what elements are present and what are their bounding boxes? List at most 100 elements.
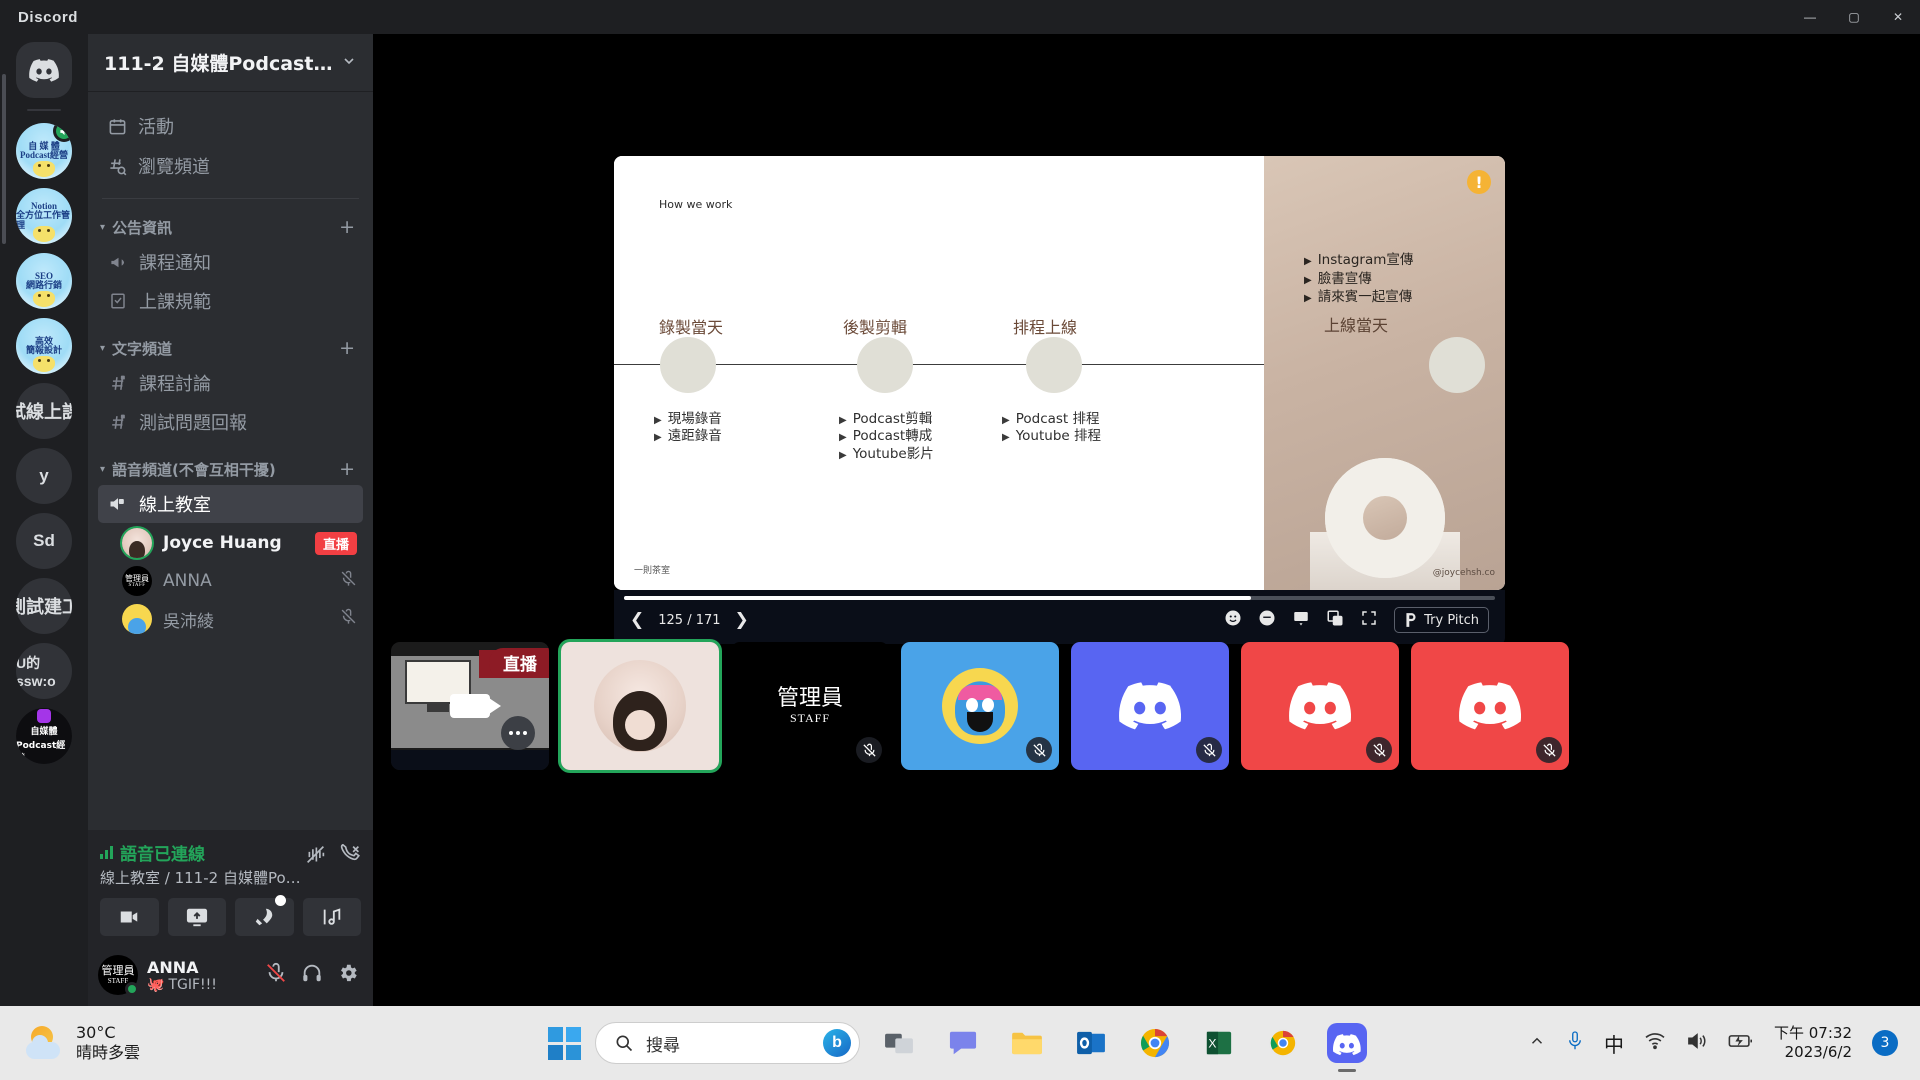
server-icon-label: y xyxy=(39,466,49,485)
voice-member-joyce[interactable]: Joyce Huang 直播 xyxy=(116,525,363,561)
category-announcements[interactable]: ▾ 公告資訊 + xyxy=(98,213,363,241)
server-icon-trial-class[interactable]: 試線上課 xyxy=(16,383,72,439)
channel-issue-report[interactable]: 測試問題回報 xyxy=(98,403,363,441)
weather-widget[interactable]: 30°C 晴時多雲 xyxy=(26,1023,140,1063)
server-icon-podcast-dark[interactable]: 自媒體 Podcast經營 xyxy=(16,708,72,764)
chrome-beta-icon[interactable] xyxy=(1258,1018,1308,1068)
participant-tile-discord-red-2[interactable] xyxy=(1411,642,1569,770)
server-icon-label: Sd xyxy=(33,531,55,550)
timeline-node xyxy=(660,337,716,393)
discord-app-window: Discord — ▢ ✕ 自 媒 體 Podcast經營 Notion 全方位… xyxy=(0,0,1920,1080)
category-label: 公告資訊 xyxy=(112,218,173,237)
category-voice-channels[interactable]: ▾ 語音頻道(不會互相干擾) + xyxy=(98,455,363,483)
chevron-up-icon[interactable] xyxy=(1528,1032,1546,1055)
server-icon-u-ssw[interactable]: U的ssw:o xyxy=(16,643,72,699)
timeline-item: Podcast轉成 xyxy=(852,428,933,445)
discord-home-icon[interactable] xyxy=(16,42,72,98)
chrome-icon[interactable] xyxy=(1130,1018,1180,1068)
server-icon-podcast[interactable]: 自 媒 體 Podcast經營 xyxy=(16,123,72,179)
gear-icon[interactable] xyxy=(337,962,359,989)
battery-charging-icon[interactable] xyxy=(1728,1032,1754,1055)
chevron-right-icon[interactable]: ❯ xyxy=(735,610,749,630)
avatar[interactable]: 管理員 STAFF xyxy=(98,955,139,996)
timeline-item: 現場錄音 xyxy=(667,411,722,427)
windows-start-icon[interactable] xyxy=(548,1026,581,1060)
volume-icon[interactable] xyxy=(1686,1032,1708,1055)
disconnect-call-icon[interactable] xyxy=(340,843,361,870)
fullscreen-icon[interactable] xyxy=(1360,609,1378,632)
try-pitch-button[interactable]: Try Pitch xyxy=(1394,607,1489,633)
sidebar-item-browse-channels[interactable]: 瀏覽頻道 xyxy=(98,146,363,186)
channel-class-rules[interactable]: 上課規範 xyxy=(98,282,363,320)
hash-lock-icon xyxy=(107,413,129,432)
sidebar-item-events[interactable]: 活動 xyxy=(98,106,363,146)
weather-description: 晴時多雲 xyxy=(76,1043,141,1062)
headphones-icon[interactable] xyxy=(301,962,323,989)
channel-online-classroom[interactable]: 線上教室 xyxy=(98,485,363,523)
server-icon-seo[interactable]: SEO 網路行銷 xyxy=(16,253,72,309)
chat-icon[interactable] xyxy=(938,1018,988,1068)
bing-icon[interactable]: b xyxy=(823,1029,851,1057)
notification-badge[interactable]: 3 xyxy=(1872,1030,1898,1056)
server-avatar: SEO 網路行銷 xyxy=(16,253,72,309)
search-input[interactable]: 搜尋 b xyxy=(595,1022,860,1064)
slide-content: How we work 錄製當天 後製剪輯 排程上線 ▶ 現場錄音 ▶ 遠距錄音 ▶… xyxy=(614,156,1264,590)
category-text-channels[interactable]: ▾ 文字頻道 + xyxy=(98,334,363,362)
guild-header[interactable]: 111-2 自媒體Podcast經... xyxy=(88,34,373,92)
voice-member-third[interactable]: 吳沛綾 xyxy=(116,601,363,637)
participant-tile-discord-red-1[interactable] xyxy=(1241,642,1399,770)
file-explorer-icon[interactable] xyxy=(1002,1018,1052,1068)
participant-tile-joyce[interactable] xyxy=(561,642,719,770)
screen-share-button[interactable] xyxy=(167,898,226,936)
outlook-icon[interactable] xyxy=(1066,1018,1116,1068)
rules-icon xyxy=(107,292,129,310)
participant-tile-screenshare[interactable]: 直播 xyxy=(391,642,549,770)
excel-icon[interactable]: X xyxy=(1194,1018,1244,1068)
timeline-item: Youtube影片 xyxy=(852,445,934,462)
video-button[interactable] xyxy=(100,898,159,936)
voice-member-anna[interactable]: 管理員 STAFF ANNA xyxy=(116,563,363,599)
activities-button[interactable] xyxy=(235,895,294,936)
server-icon-notion[interactable]: Notion 全方位工作管理 xyxy=(16,188,72,244)
screen-share-view[interactable]: How we work 錄製當天 後製剪輯 排程上線 ▶ 現場錄音 ▶ 遠距錄音 ▶… xyxy=(614,156,1505,590)
presenter-view-icon[interactable] xyxy=(1292,609,1310,632)
ime-indicator[interactable]: 中 xyxy=(1604,1029,1624,1058)
chevron-left-icon[interactable]: ❮ xyxy=(630,610,644,630)
participant-tile-anna[interactable]: 管理員 STAFF xyxy=(731,642,889,770)
avatar: 管理員 STAFF xyxy=(122,566,152,596)
task-view-icon[interactable] xyxy=(874,1018,924,1068)
noise-suppression-icon[interactable] xyxy=(305,844,326,870)
channel-course-discussion[interactable]: 課程討論 xyxy=(98,364,363,402)
discord-icon[interactable] xyxy=(1322,1018,1372,1068)
maximize-button[interactable]: ▢ xyxy=(1832,0,1876,34)
reaction-icon[interactable] xyxy=(1224,609,1242,632)
weather-temperature: 30°C xyxy=(76,1023,116,1042)
more-options-icon[interactable] xyxy=(501,716,535,750)
server-icon-y[interactable]: y xyxy=(16,448,72,504)
server-icon-test-build[interactable]: 測試建工 xyxy=(16,578,72,634)
add-channel-button[interactable]: + xyxy=(339,337,361,359)
participant-tile-wumpus[interactable] xyxy=(901,642,1059,770)
add-channel-button[interactable]: + xyxy=(339,458,361,480)
duplicate-icon[interactable] xyxy=(1326,609,1344,632)
call-stage: How we work 錄製當天 後製剪輯 排程上線 ▶ 現場錄音 ▶ 遠距錄音 ▶… xyxy=(373,34,1920,1006)
add-channel-button[interactable]: + xyxy=(339,216,361,238)
channel-label: 線上教室 xyxy=(139,495,211,516)
comment-icon[interactable] xyxy=(1258,609,1276,632)
camera-icon xyxy=(450,694,501,718)
close-button[interactable]: ✕ xyxy=(1876,0,1920,34)
server-rail: 自 媒 體 Podcast經營 Notion 全方位工作管理 SEO 網路行銷 xyxy=(0,34,88,1006)
rail-scrollbar[interactable] xyxy=(2,74,6,244)
mic-muted-icon[interactable] xyxy=(265,962,287,989)
presentation-progress-bar[interactable] xyxy=(624,596,1495,600)
participant-tile-discord-purple[interactable] xyxy=(1071,642,1229,770)
microphone-icon[interactable] xyxy=(1566,1030,1584,1057)
minimize-button[interactable]: — xyxy=(1788,0,1832,34)
clock[interactable]: 下午 07:32 2023/6/2 xyxy=(1774,1024,1852,1063)
server-icon-sd[interactable]: Sd xyxy=(16,513,72,569)
server-icon-slides[interactable]: 高效 簡報設計 xyxy=(16,318,72,374)
wifi-icon[interactable] xyxy=(1644,1032,1666,1055)
chevron-down-icon: ▾ xyxy=(100,342,106,354)
soundboard-button[interactable] xyxy=(302,898,361,936)
channel-course-announcement[interactable]: 課程通知 xyxy=(98,243,363,281)
